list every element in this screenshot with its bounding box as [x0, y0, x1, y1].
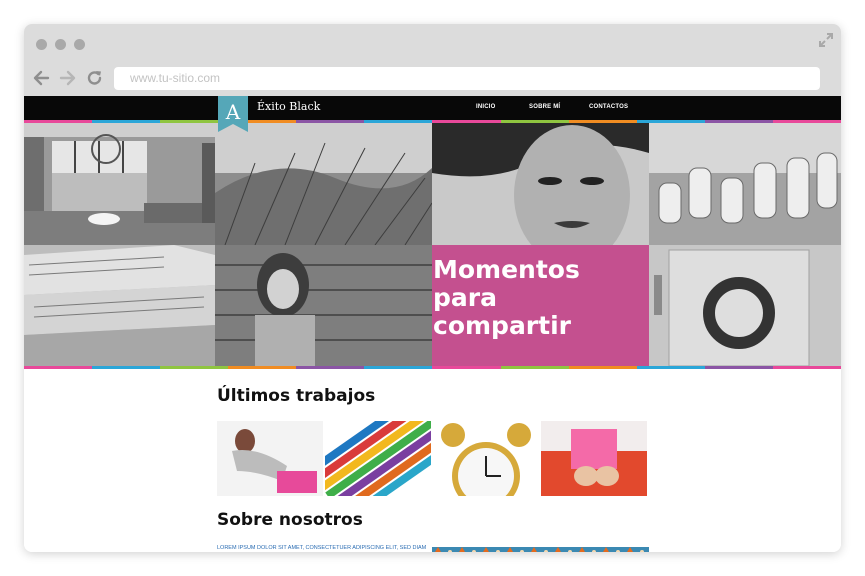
- nav-contactos-link[interactable]: CONTACTOS: [589, 104, 628, 110]
- logo-letter: A: [225, 100, 241, 124]
- interior-photo: [24, 123, 215, 245]
- door-wreath-photo: [649, 245, 841, 366]
- window-close-button[interactable]: [36, 39, 47, 50]
- about-text: LOREM IPSUM DOLOR SIT AMET, CONSECTETUER…: [217, 545, 427, 551]
- stripe-segment: [24, 366, 93, 369]
- wheat-field-photo: [215, 123, 432, 245]
- pattern-image: [432, 542, 649, 552]
- stripe-segment: [500, 366, 569, 369]
- address-bar[interactable]: www.tu-sitio.com: [114, 67, 820, 90]
- browser-toolbar: www.tu-sitio.com: [24, 24, 841, 96]
- about-heading: Sobre nosotros: [217, 510, 363, 530]
- woman-portrait-photo: [432, 123, 649, 245]
- smiling-woman-photo: [215, 245, 432, 366]
- work-thumbnail-dancer[interactable]: [217, 421, 323, 496]
- window-maximize-button[interactable]: [74, 39, 85, 50]
- stripe-segment: [704, 366, 773, 369]
- hero-title: Momentos para compartir: [433, 255, 580, 340]
- stripe-segment: [228, 366, 297, 369]
- site-navbar: [24, 96, 841, 120]
- works-heading: Últimos trabajos: [217, 386, 376, 406]
- color-stripe-bottom: [24, 366, 841, 369]
- back-arrow-icon[interactable]: [32, 69, 50, 87]
- newspapers-photo: [24, 245, 215, 366]
- forward-arrow-icon[interactable]: [59, 69, 77, 87]
- work-thumbnail-books[interactable]: [325, 421, 431, 496]
- nav-inicio-link[interactable]: INICIO: [476, 104, 496, 110]
- stripe-segment: [92, 366, 161, 369]
- raised-hands-photo: [649, 123, 841, 245]
- work-thumbnail-woman-pink[interactable]: [541, 421, 647, 496]
- stripe-segment: [772, 366, 841, 369]
- stripe-segment: [568, 366, 637, 369]
- nav-sobre-mi-link[interactable]: SOBRE MÍ: [529, 104, 560, 110]
- stripe-segment: [160, 366, 229, 369]
- stripe-segment: [636, 366, 705, 369]
- site-logo[interactable]: A: [218, 96, 248, 132]
- reload-icon[interactable]: [86, 69, 104, 87]
- stripe-segment: [364, 366, 433, 369]
- browser-window: www.tu-sitio.com Éxito Black INICIO SOBR…: [24, 24, 841, 552]
- stripe-segment: [432, 366, 501, 369]
- website-viewport: Éxito Black INICIO SOBRE MÍ CONTACTOS A …: [24, 96, 841, 552]
- window-minimize-button[interactable]: [55, 39, 66, 50]
- site-brand[interactable]: Éxito Black: [257, 100, 320, 113]
- stripe-segment: [296, 366, 365, 369]
- url-text[interactable]: www.tu-sitio.com: [130, 71, 220, 85]
- expand-icon[interactable]: [819, 32, 833, 47]
- work-thumbnail-clock[interactable]: [433, 421, 539, 496]
